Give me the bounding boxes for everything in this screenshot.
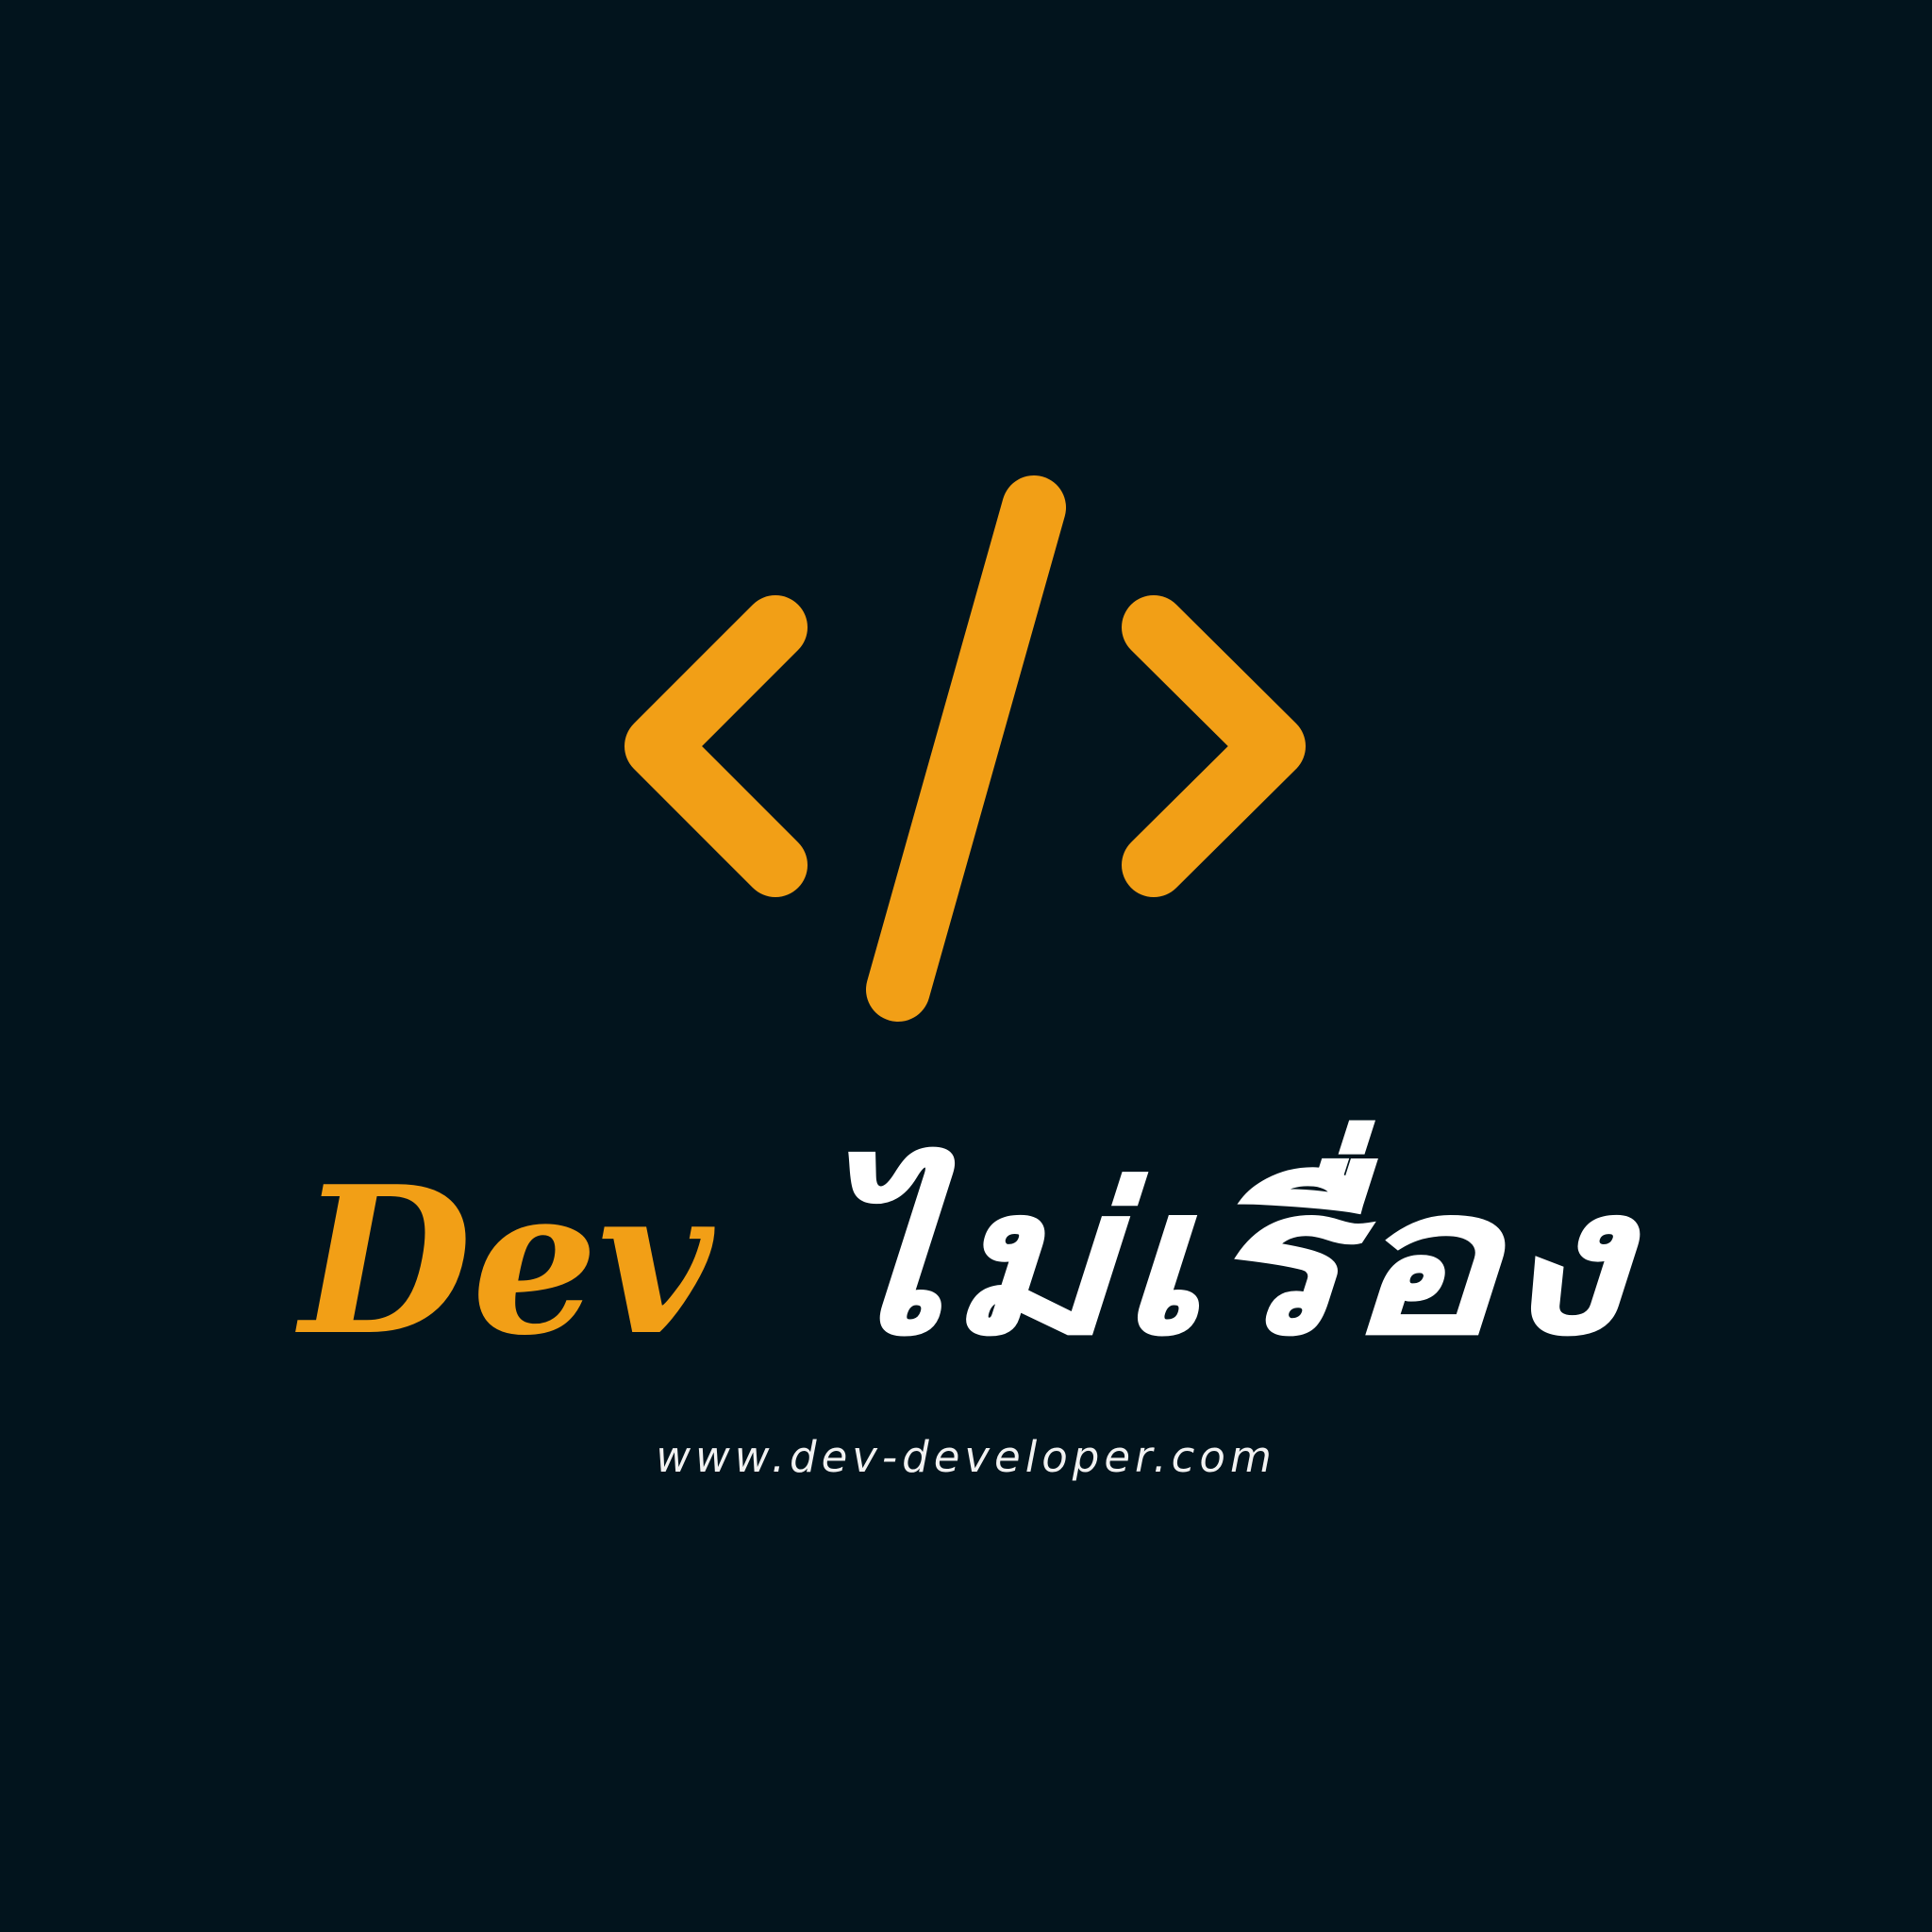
background	[0, 0, 1932, 1932]
logo: Dev ไม่เรื่อง	[0, 0, 1932, 1932]
brand-part2: ไม่เรื่อง	[813, 1120, 1642, 1380]
brand-part1: Dev	[294, 1141, 715, 1380]
website-url-container: www.dev-developer.com	[0, 1432, 1932, 1498]
website-url[interactable]: www.dev-developer.com	[656, 1432, 1276, 1482]
